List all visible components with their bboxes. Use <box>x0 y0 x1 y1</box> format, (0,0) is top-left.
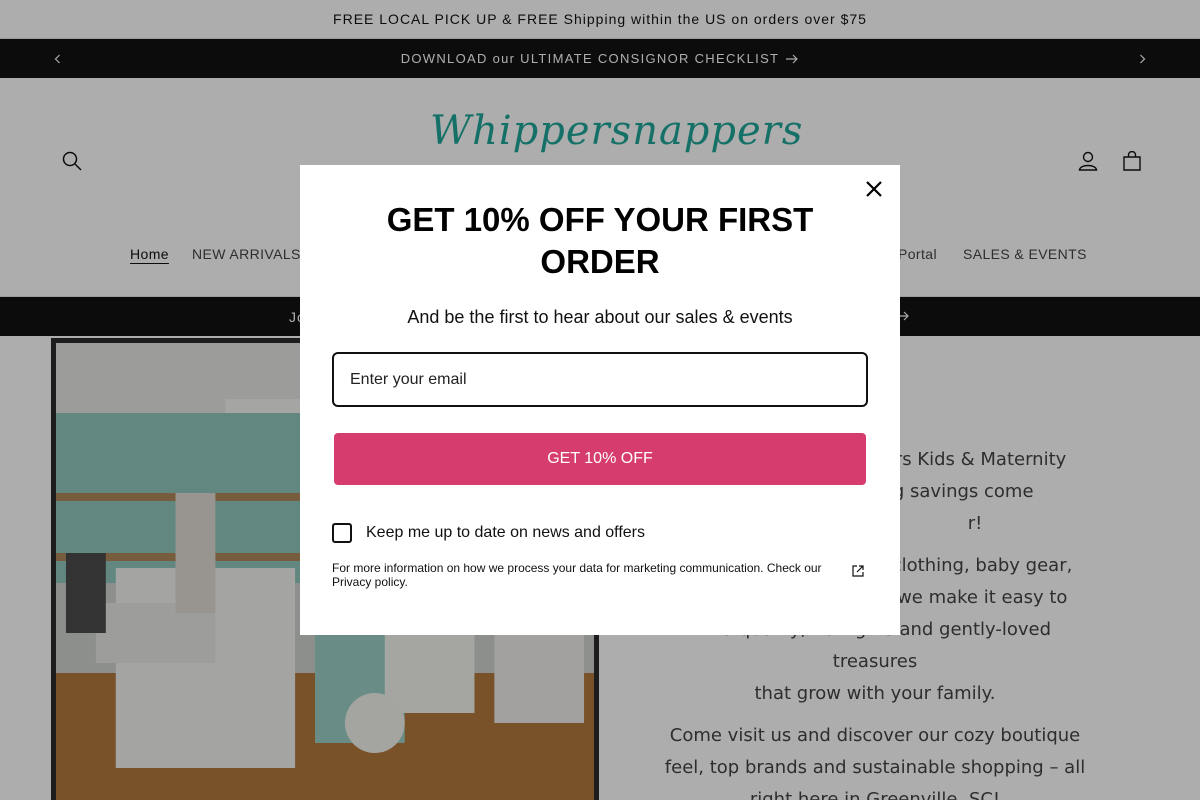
popup-title: GET 10% OFF YOUR FIRST ORDER <box>386 201 814 280</box>
discount-popup: GET 10% OFF YOUR FIRST ORDER And be the … <box>300 165 900 635</box>
consent-checkbox[interactable] <box>332 523 352 543</box>
privacy-notice: For more information on how we process y… <box>332 561 868 589</box>
consent-row: Keep me up to date on news and offers <box>332 523 868 543</box>
external-link-icon <box>852 565 864 577</box>
email-input[interactable] <box>332 352 868 407</box>
privacy-policy-link[interactable] <box>848 561 868 581</box>
close-icon <box>866 181 882 197</box>
consent-label: Keep me up to date on news and offers <box>366 524 646 541</box>
close-popup-button[interactable] <box>860 175 888 203</box>
get-discount-button[interactable]: GET 10% OFF <box>334 433 866 485</box>
popup-subtitle: And be the first to hear about our sales… <box>407 307 793 327</box>
privacy-text: For more information on how we process y… <box>332 561 822 589</box>
